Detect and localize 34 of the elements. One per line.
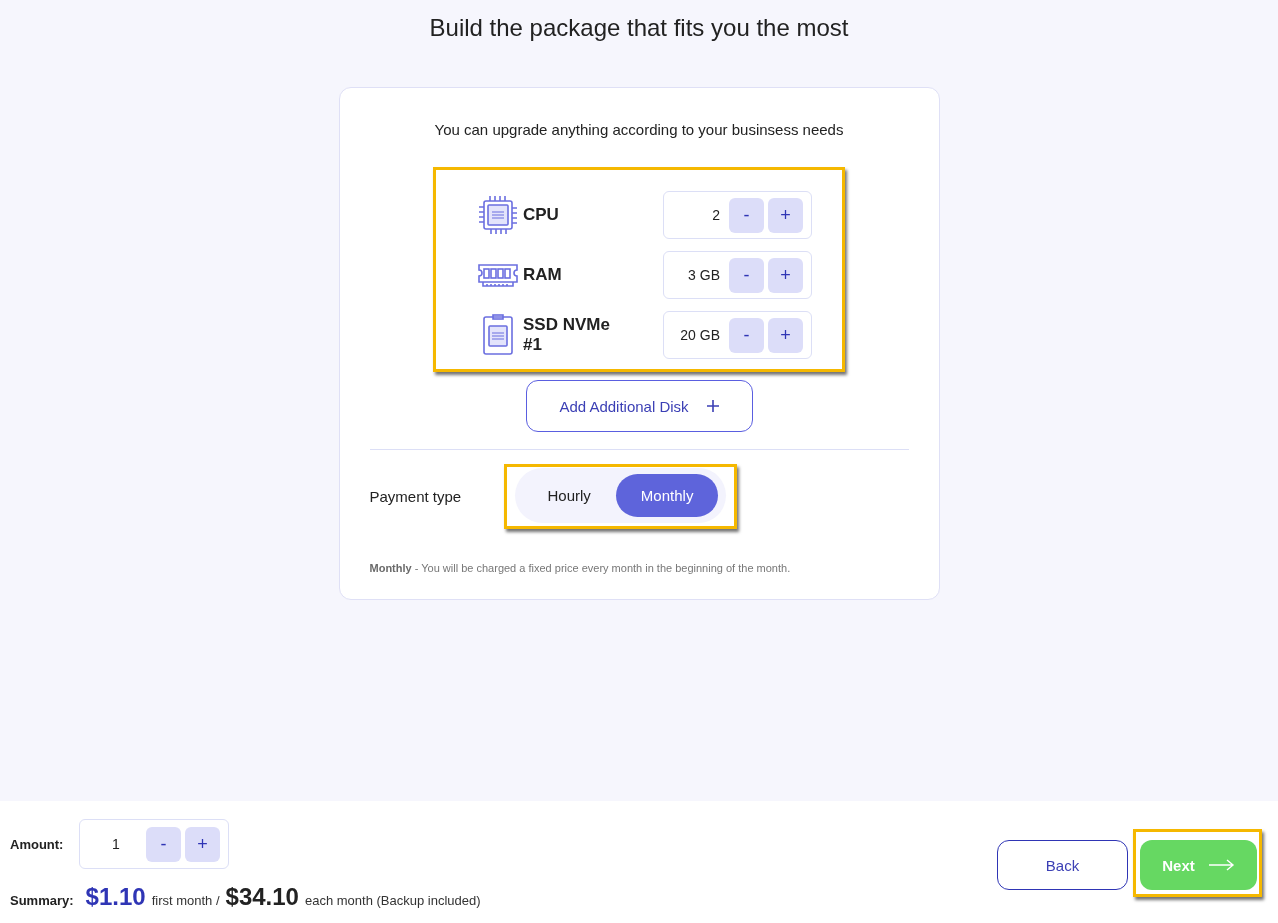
increment-button[interactable]: + [768, 257, 803, 293]
increment-button[interactable]: + [768, 317, 803, 353]
card-subtitle: You can upgrade anything according to your businsess needs [434, 120, 844, 140]
payment-note: Monthly - You will be charged a fixed price every month in the beginning of the month. [369, 561, 791, 575]
back-button[interactable]: Back [997, 840, 1128, 890]
decrement-button[interactable]: - [729, 197, 764, 233]
resource-label: SSD NVMe #1 [523, 315, 611, 355]
summary-label: Summary: [10, 893, 74, 908]
resource-label: CPU [523, 205, 560, 225]
chip-icon [478, 195, 518, 235]
increment-button[interactable]: + [768, 197, 803, 233]
price-note: first month / [151, 893, 220, 908]
stepper-value: 3 GB [687, 267, 721, 283]
resource-label: RAM [523, 265, 563, 285]
decrement-button[interactable]: - [729, 257, 764, 293]
memory-module-icon [477, 262, 519, 288]
arrow-right-icon [1208, 859, 1235, 871]
first-month-price: $1.10 [85, 883, 146, 911]
payment-option[interactable]: Monthly [615, 474, 719, 517]
add-disk-button[interactable]: Add Additional Disk [525, 380, 753, 432]
plus-icon [706, 400, 719, 412]
payment-option[interactable]: Hourly [522, 474, 616, 517]
stepper-value: 20 GB [679, 327, 721, 343]
decrement-button[interactable]: - [146, 826, 181, 862]
payment-type-label: Payment type [369, 488, 463, 505]
page-title: Build the package that fits you the most [429, 13, 849, 43]
stepper-value: 1 [111, 836, 121, 852]
monthly-price: $34.10 [225, 883, 299, 911]
drive-icon [482, 314, 514, 356]
price-note: each month (Backup included) [304, 893, 481, 908]
increment-button[interactable]: + [185, 826, 220, 862]
decrement-button[interactable]: - [729, 317, 764, 353]
amount-label: Amount: [10, 836, 65, 852]
stepper-value: 2 [711, 207, 721, 223]
